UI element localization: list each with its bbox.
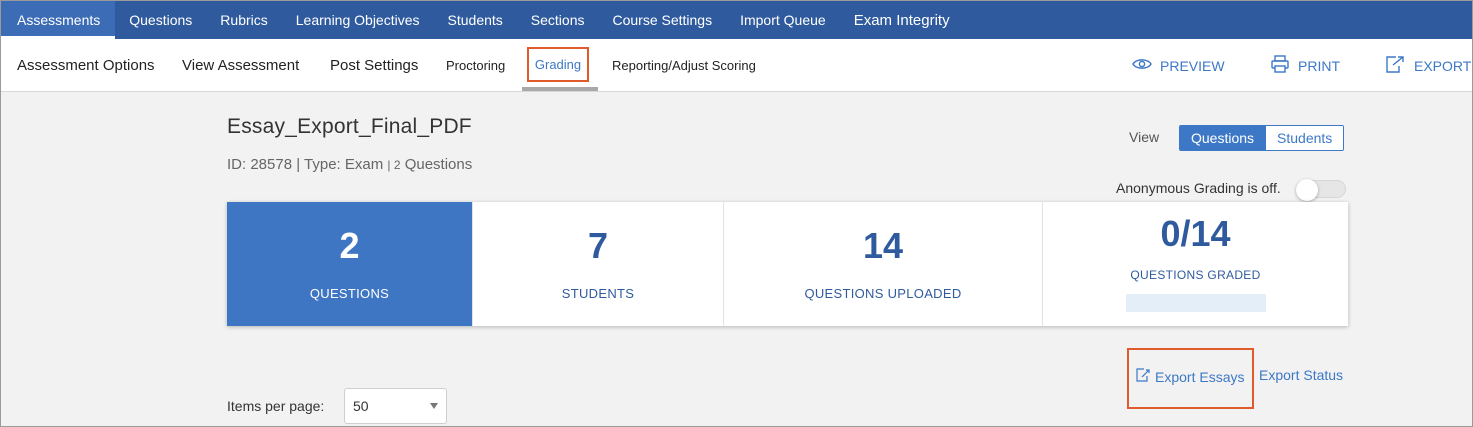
- subtab-view-assessment[interactable]: View Assessment: [182, 39, 299, 92]
- stat-students-label: STUDENTS: [561, 285, 635, 301]
- meta-separator: |: [296, 156, 305, 173]
- subtab-grading[interactable]: Grading: [527, 47, 589, 82]
- tab-exam-integrity[interactable]: Exam Integrity: [840, 1, 964, 39]
- sub-navigation: Assessment Options View Assessment Post …: [1, 39, 1472, 92]
- preview-button[interactable]: PREVIEW: [1132, 39, 1225, 92]
- stat-questions[interactable]: 2 QUESTIONS: [227, 202, 473, 326]
- assessment-type: Type: Exam: [304, 156, 384, 173]
- export-icon: [1384, 54, 1414, 77]
- stat-students-value: 7: [587, 224, 609, 266]
- view-label: View: [1129, 129, 1160, 145]
- eye-icon: [1132, 57, 1160, 74]
- export-essays-label: Export Essays: [1155, 368, 1245, 385]
- stat-questions-value: 2: [339, 224, 360, 266]
- tab-sections[interactable]: Sections: [517, 1, 599, 39]
- app-frame: Assessments Questions Rubrics Learning O…: [0, 0, 1473, 427]
- items-per-page-select[interactable]: 50: [344, 388, 447, 424]
- export-essays-link[interactable]: Export Essays: [1135, 367, 1244, 386]
- tab-rubrics[interactable]: Rubrics: [206, 1, 281, 39]
- assessment-title: Essay_Export_Final_PDF: [227, 115, 472, 138]
- stat-uploaded-value: 14: [862, 224, 904, 266]
- grading-progress-bar: [1125, 294, 1266, 312]
- stat-students[interactable]: 7 STUDENTS: [473, 202, 724, 326]
- printer-icon: [1270, 54, 1298, 77]
- stat-graded-label: QUESTIONS GRADED: [1130, 268, 1261, 282]
- tab-learning-objectives[interactable]: Learning Objectives: [282, 1, 434, 39]
- toggle-knob: [1296, 179, 1318, 201]
- view-questions-button[interactable]: Questions: [1180, 126, 1266, 150]
- subtab-post-settings[interactable]: Post Settings: [330, 39, 418, 92]
- subtab-assessment-options[interactable]: Assessment Options: [17, 39, 155, 92]
- stat-graded-value: 0/14: [1160, 213, 1231, 254]
- tab-students[interactable]: Students: [434, 1, 517, 39]
- subtab-proctoring[interactable]: Proctoring: [446, 39, 505, 92]
- assessment-meta: ID: 28578 | Type: Exam | 2 Questions: [227, 156, 472, 173]
- top-navigation: Assessments Questions Rubrics Learning O…: [1, 1, 1472, 39]
- assessment-id: ID: 28578: [227, 156, 293, 173]
- subtab-reporting-adjust-scoring[interactable]: Reporting/Adjust Scoring: [612, 39, 756, 92]
- assessment-question-count: 2: [393, 158, 401, 172]
- view-students-button[interactable]: Students: [1265, 126, 1344, 150]
- print-button[interactable]: PRINT: [1270, 39, 1340, 92]
- view-toggle: Questions Students: [1179, 125, 1345, 151]
- edit-export-icon: [1135, 367, 1155, 386]
- items-per-page-value: 50: [353, 398, 369, 414]
- items-per-page-label: Items per page:: [227, 398, 325, 414]
- stat-questions-graded[interactable]: 0/14 QUESTIONS GRADED: [1043, 202, 1348, 326]
- tab-import-queue[interactable]: Import Queue: [726, 1, 840, 39]
- assessment-question-word: Questions: [404, 156, 473, 173]
- export-status-link[interactable]: Export Status: [1259, 367, 1343, 383]
- preview-label: PREVIEW: [1160, 57, 1225, 74]
- tab-course-settings[interactable]: Course Settings: [598, 1, 726, 39]
- chevron-down-icon: [430, 403, 438, 409]
- stat-questions-label: QUESTIONS: [309, 285, 390, 301]
- stats-panel: 2 QUESTIONS 7 STUDENTS 14 QUESTIONS UPLO…: [227, 202, 1348, 326]
- anonymous-grading-toggle[interactable]: [1296, 179, 1346, 201]
- stat-uploaded-label: QUESTIONS UPLOADED: [804, 285, 962, 301]
- export-button[interactable]: EXPORT: [1384, 39, 1471, 92]
- print-label: PRINT: [1298, 57, 1340, 74]
- tab-assessments[interactable]: Assessments: [1, 1, 116, 39]
- tab-questions[interactable]: Questions: [115, 1, 206, 39]
- export-label: EXPORT: [1414, 57, 1472, 74]
- stat-questions-uploaded[interactable]: 14 QUESTIONS UPLOADED: [724, 202, 1043, 326]
- active-subtab-indicator: [522, 87, 598, 91]
- anonymous-grading-label: Anonymous Grading is off.: [1116, 180, 1281, 196]
